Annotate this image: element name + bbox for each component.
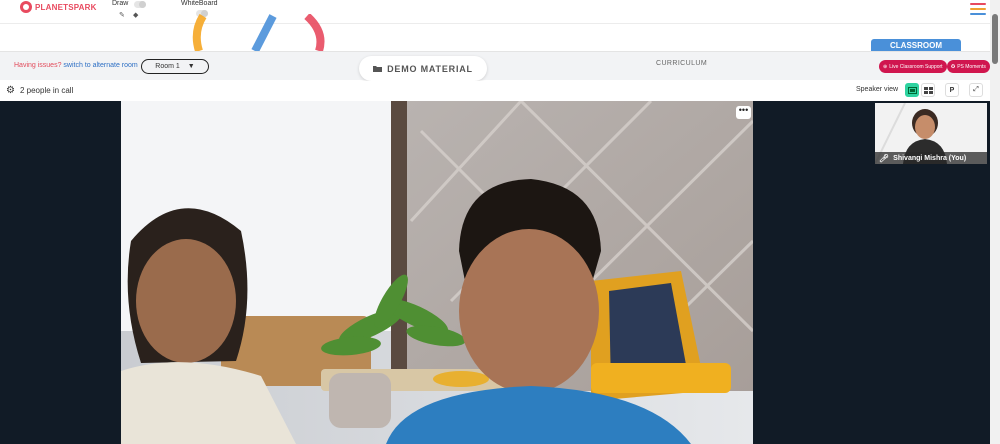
top-bar: PLANETSPARK Draw ✎ ◆ WhiteBoard xyxy=(0,0,1000,24)
whiteboard-label: WhiteBoard xyxy=(181,0,218,7)
star-icon: ✪ xyxy=(951,63,956,70)
view-mode-label: Speaker view xyxy=(856,86,899,93)
eraser-icon[interactable]: ◆ xyxy=(133,11,138,19)
people-count: ⚙ 2 people in call xyxy=(6,85,73,96)
brand-name: PLANETSPARK xyxy=(35,2,97,12)
video-frame-image xyxy=(121,101,753,444)
grid-view-icon xyxy=(923,86,933,94)
curriculum-tab[interactable]: CURRICULUM xyxy=(656,60,707,67)
folder-icon xyxy=(373,66,383,72)
switch-room-link[interactable]: switch to alternate room xyxy=(63,62,137,69)
speaker-view-icon xyxy=(907,86,917,94)
caret-down-icon: ▼ xyxy=(187,63,195,70)
p-button[interactable]: P xyxy=(945,83,959,97)
fullscreen-button[interactable]: ⤢ xyxy=(969,83,983,97)
microphone-icon[interactable]: 🎤︎ xyxy=(879,154,889,163)
scrollbar-thumb[interactable] xyxy=(992,14,998,64)
help-icon: ⊕ xyxy=(883,63,888,70)
menu-icon[interactable] xyxy=(970,3,986,18)
call-bar: ⚙ 2 people in call Speaker view P ⤢ xyxy=(0,81,990,100)
draw-label: Draw xyxy=(112,0,129,7)
ps-moments-button[interactable]: ✪ PS Moments xyxy=(947,60,990,73)
settings-gear-icon[interactable]: ⚙ xyxy=(6,85,15,96)
live-support-button[interactable]: ⊕ Live Classroom Support xyxy=(879,60,947,73)
ps-moments-label: PS Moments xyxy=(957,63,986,70)
classroom-toolbar: Having issues? switch to alternate room … xyxy=(0,51,990,81)
decorative-arcs xyxy=(192,14,325,53)
grid-view-button[interactable] xyxy=(921,83,935,97)
video-stage: ••• xyxy=(0,101,990,444)
people-count-text: 2 people in call xyxy=(19,86,74,95)
self-name-label: 🎤︎ Shivangi Mishra (You) xyxy=(875,152,987,164)
live-support-label: Live Classroom Support xyxy=(889,63,943,70)
speaker-view-button[interactable] xyxy=(905,83,919,97)
brand-logo[interactable]: PLANETSPARK xyxy=(20,1,97,13)
demo-material-button[interactable]: DEMO MATERIAL xyxy=(359,56,487,81)
demo-material-label: DEMO MATERIAL xyxy=(387,63,473,74)
self-name: Shivangi Mishra (You) xyxy=(893,154,967,162)
planet-logo-icon xyxy=(20,1,32,13)
main-video-feed[interactable]: ••• xyxy=(121,101,753,444)
issue-notice: Having issues? switch to alternate room xyxy=(14,62,138,69)
room-value: Room 1 xyxy=(155,63,180,70)
pencil-icon[interactable]: ✎ xyxy=(119,11,125,19)
more-dots-icon: ••• xyxy=(738,105,749,115)
draw-toggle[interactable] xyxy=(134,1,146,8)
classroom-tab[interactable]: CLASSROOM xyxy=(871,39,961,51)
fullscreen-icon: ⤢ xyxy=(973,86,979,93)
more-options-button[interactable]: ••• xyxy=(736,106,751,119)
self-video-thumbnail[interactable]: 🎤︎ Shivangi Mishra (You) xyxy=(875,103,987,164)
room-select[interactable]: Room 1 ▼ xyxy=(141,59,209,74)
issue-text: Having issues? xyxy=(14,62,62,69)
page-scrollbar[interactable] xyxy=(990,0,1000,444)
